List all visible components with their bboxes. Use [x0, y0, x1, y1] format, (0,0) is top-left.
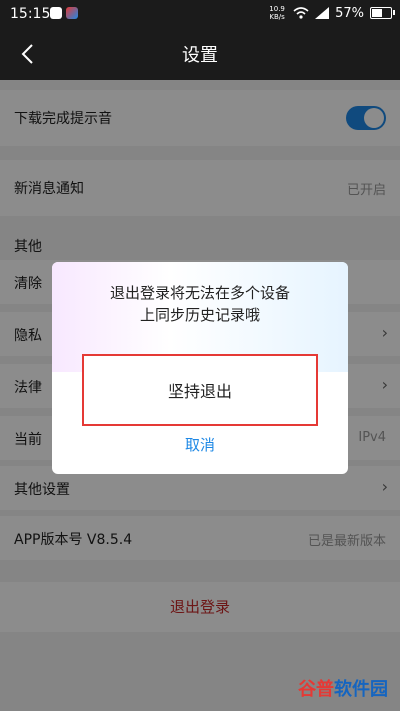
- battery-percent: 57%: [335, 5, 364, 21]
- logout-confirm-dialog: 退出登录将无法在多个设备 上同步历史记录哦 坚持退出 取消: [52, 262, 348, 474]
- app-notification-icon: [66, 7, 78, 19]
- wifi-icon: [293, 7, 309, 19]
- watermark-logo: 谷普软件园: [298, 675, 388, 701]
- app-notification-icon: [50, 7, 62, 19]
- dialog-message: 退出登录将无法在多个设备 上同步历史记录哦: [52, 282, 348, 326]
- cancel-button[interactable]: 取消: [52, 434, 348, 455]
- battery-icon: [370, 7, 395, 19]
- watermark-part-b: 软件园: [334, 679, 388, 700]
- notification-icons: [50, 7, 78, 19]
- status-time: 15:15: [10, 6, 51, 22]
- signal-icon: [315, 7, 330, 19]
- status-right: 10.9 KB/s 57%: [267, 5, 395, 21]
- network-speed: 10.9 KB/s: [269, 5, 285, 21]
- dialog-message-line1: 退出登录将无法在多个设备: [109, 284, 290, 302]
- dialog-message-line2: 上同步历史记录哦: [139, 306, 260, 324]
- status-bar: 15:15 10.9 KB/s 57%: [0, 0, 400, 28]
- page-title: 设置: [182, 45, 218, 66]
- confirm-logout-label: 坚持退出: [167, 382, 232, 401]
- confirm-logout-button[interactable]: 坚持退出: [82, 354, 318, 426]
- title-bar: 设置: [0, 28, 400, 80]
- watermark-part-a: 谷普: [298, 679, 334, 700]
